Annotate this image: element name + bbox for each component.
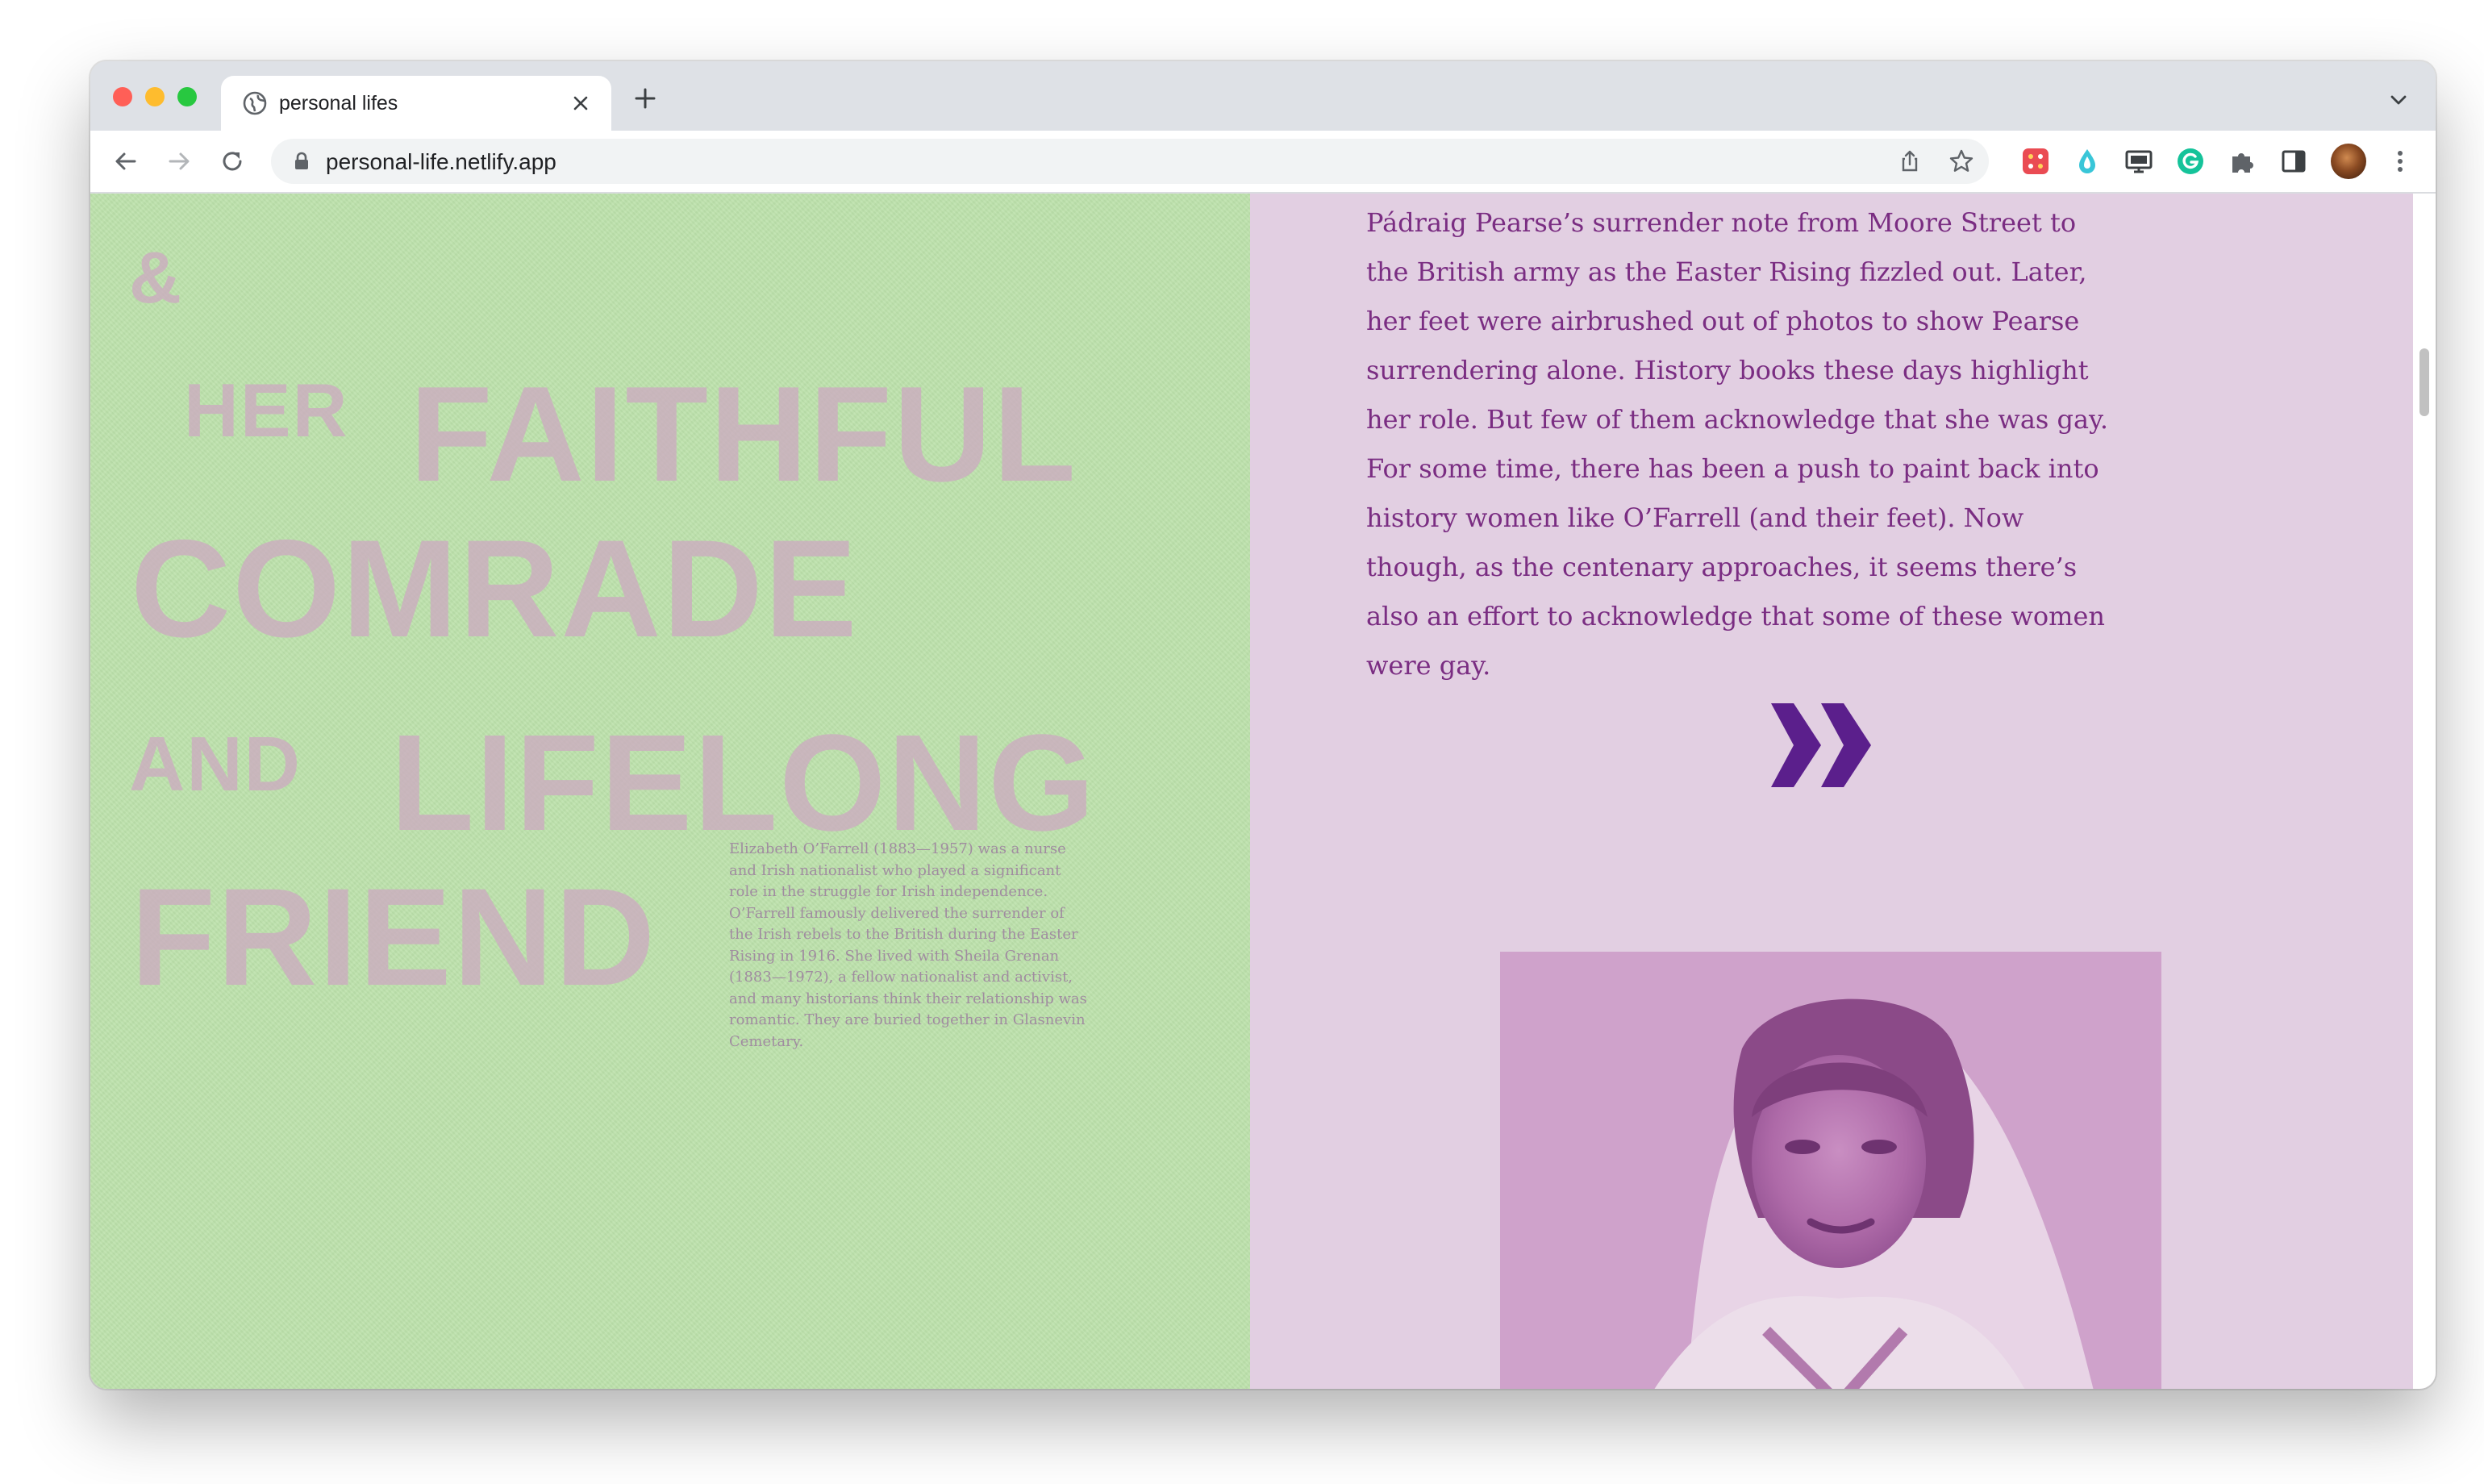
arrow-left-icon: [115, 152, 136, 170]
forward-button[interactable]: [160, 142, 198, 181]
address-bar[interactable]: personal-life.netlify.app: [271, 139, 1989, 184]
minimize-window-button[interactable]: [145, 87, 165, 106]
tab-search-button[interactable]: [2382, 84, 2415, 116]
browser-toolbar: personal-life.netlify.app: [90, 131, 2436, 194]
share-icon: [1902, 150, 1918, 172]
poster-word: LIFELONG: [390, 707, 1097, 860]
poster-word: &: [129, 238, 183, 319]
scrollbar-thumb[interactable]: [2419, 348, 2429, 416]
browser-menu-button[interactable]: [2382, 144, 2418, 179]
article-paragraph: Pádraig Pearse’s surrender note from Moo…: [1366, 207, 2109, 681]
monitor-icon: [2125, 150, 2153, 173]
url-text: personal-life.netlify.app: [326, 149, 556, 174]
globe-icon: [243, 91, 267, 115]
browser-tab-active[interactable]: personal lifes: [221, 76, 611, 131]
side-panel-icon: [2282, 150, 2306, 173]
poster-panel: & HER FAITHFUL COMRADE AND LIFELONG FRIE…: [90, 194, 1250, 1389]
extension-button[interactable]: [2018, 144, 2053, 179]
star-icon: [1949, 149, 1973, 172]
tab-close-button[interactable]: [565, 87, 597, 119]
back-button[interactable]: [106, 142, 145, 181]
portrait-image: [1500, 952, 2161, 1389]
poster-word: HER: [184, 368, 349, 452]
colorful-grid-extension-icon: [2023, 148, 2048, 174]
grammarly-icon: [2178, 148, 2203, 174]
reload-icon: [223, 152, 242, 171]
poster-word: FRIEND: [131, 860, 657, 1015]
plus-icon: [635, 88, 656, 109]
close-icon: [573, 96, 588, 110]
water-drop-icon: [2079, 149, 2095, 173]
chevron-down-icon: [2390, 95, 2407, 105]
bookmark-button[interactable]: [1947, 147, 1976, 176]
side-panel-button[interactable]: [2276, 144, 2311, 179]
kebab-menu-icon: [2398, 151, 2403, 172]
lock-icon: [295, 152, 308, 169]
arrow-right-icon: [169, 152, 190, 170]
poster-word: FAITHFUL: [410, 358, 1077, 510]
poster-word: COMRADE: [131, 511, 859, 666]
extension-button[interactable]: [2173, 144, 2208, 179]
new-tab-button[interactable]: [629, 82, 661, 115]
extensions-button[interactable]: [2224, 144, 2260, 179]
page-viewport: & HER FAITHFUL COMRADE AND LIFELONG FRIE…: [90, 194, 2436, 1389]
reload-button[interactable]: [213, 142, 252, 181]
double-chevron-right-icon[interactable]: [1769, 703, 1874, 787]
portrait-photo: [1500, 952, 2161, 1389]
close-window-button[interactable]: [113, 87, 132, 106]
puzzle-icon: [2232, 153, 2253, 173]
maximize-window-button[interactable]: [177, 87, 197, 106]
share-button[interactable]: [1895, 147, 1924, 176]
page-scrollbar[interactable]: [2413, 194, 2436, 1389]
extension-button[interactable]: [2121, 144, 2157, 179]
tab-title: personal lifes: [279, 92, 398, 115]
poster-bio-text: Elizabeth O’Farrell (1883—1957) was a nu…: [729, 840, 1087, 1050]
profile-avatar[interactable]: [2331, 144, 2366, 179]
poster-word: AND: [129, 721, 302, 807]
browser-window: personal lifes personal-life.netlify.app…: [90, 61, 2436, 1389]
extension-button[interactable]: [2069, 144, 2105, 179]
tab-strip: personal lifes: [90, 61, 2436, 131]
